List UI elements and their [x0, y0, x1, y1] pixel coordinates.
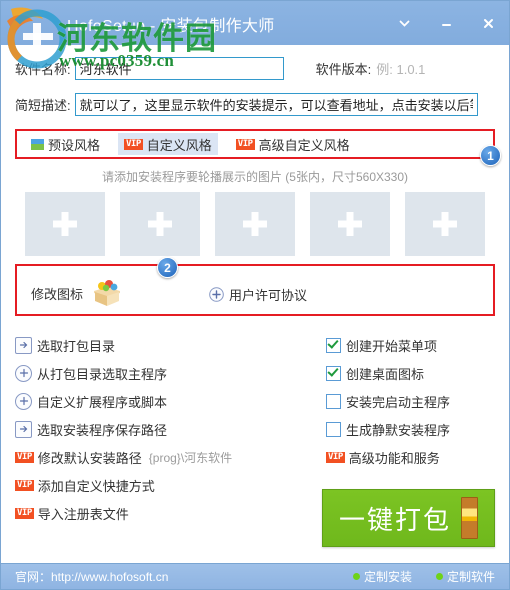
option-default-install-path[interactable]: VIP 修改默认安装路径 {prog}\河东软件	[15, 446, 320, 468]
vip-badge-icon: VIP	[326, 451, 345, 463]
license-agreement-label: 用户许可协议	[229, 288, 308, 303]
option-custom-extension-script[interactable]: 自定义扩展程序或脚本	[15, 390, 320, 412]
option-label: 创建桌面图标	[346, 366, 425, 382]
options-left-column: 选取打包目录 从打包目录选取主程序 自定义扩展程序或脚本 选取安装程序保存路径	[15, 334, 320, 530]
description-label: 简短描述:	[15, 98, 71, 113]
folder-arrow-icon	[15, 336, 32, 354]
image-slot-1[interactable]	[25, 192, 105, 256]
official-site-link[interactable]: 官网：http://www.hofosoft.cn	[15, 568, 168, 585]
image-slot-5[interactable]	[405, 192, 485, 256]
one-click-pack-button[interactable]: 一键打包	[322, 489, 495, 547]
window-title: HofoSetup - 安装包制作大师	[67, 18, 275, 35]
option-label: 自定义扩展程序或脚本	[37, 394, 168, 410]
folder-arrow-icon	[15, 420, 32, 438]
style-tab-advanced-custom[interactable]: VIP 高级自定义风格	[230, 133, 356, 155]
annotation-badge-2: 2	[157, 257, 178, 278]
checkbox-icon[interactable]	[326, 421, 341, 437]
checkbox-icon[interactable]	[326, 337, 341, 353]
name-row: 软件名称: 软件版本: 例: 1.0.1	[15, 57, 495, 80]
plus-circle-icon	[209, 287, 224, 302]
vip-badge-icon: VIP	[235, 138, 255, 150]
description-input[interactable]	[74, 93, 478, 116]
option-label: 生成静默安装程序	[346, 422, 451, 438]
option-default-install-path-value: {prog}\河东软件	[148, 450, 233, 465]
option-label: 选取安装程序保存路径	[37, 422, 168, 438]
edit-icon-button[interactable]: 修改图标	[31, 278, 125, 308]
option-label: 添加自定义快捷方式	[37, 478, 155, 494]
option-label: 修改默认安装路径	[37, 450, 142, 466]
edit-icon-label: 修改图标	[31, 286, 84, 302]
option-select-pack-dir[interactable]: 选取打包目录	[15, 334, 320, 356]
style-tab-advanced-label: 高级自定义风格	[258, 137, 350, 153]
pack-button-area: 一键打包	[322, 489, 495, 547]
custom-software-link[interactable]: 定制软件	[435, 568, 495, 585]
custom-install-link[interactable]: 定制安装	[352, 568, 412, 585]
checkbox-icon[interactable]	[326, 365, 341, 381]
checkbox-icon[interactable]	[326, 393, 341, 409]
checkbox-desktop-shortcut[interactable]: 创建桌面图标	[326, 362, 495, 384]
image-slot-2[interactable]	[120, 192, 200, 256]
version-placeholder-text: 例: 1.0.1	[376, 62, 426, 77]
package-box-icon	[94, 280, 121, 306]
option-label: 创建开始菜单项	[346, 338, 438, 354]
option-select-main-program[interactable]: 从打包目录选取主程序	[15, 362, 320, 384]
image-slot-4[interactable]	[310, 192, 390, 256]
window-controls	[393, 1, 499, 45]
status-link-group: 定制安装 定制软件	[352, 568, 495, 585]
close-icon[interactable]	[477, 12, 499, 34]
plus-circle-icon	[15, 364, 32, 382]
app-window: HofoSetup - 安装包制作大师 河东软件园 www.pc0359.cn	[0, 0, 510, 590]
option-label: 选取打包目录	[37, 338, 116, 354]
custom-software-label: 定制软件	[446, 570, 495, 584]
minimize-icon[interactable]	[435, 12, 457, 34]
chevron-down-icon[interactable]	[393, 12, 415, 34]
title-bar: HofoSetup - 安装包制作大师	[1, 1, 509, 45]
checkbox-launch-after-install[interactable]: 安装完启动主程序	[326, 390, 495, 412]
option-label: 导入注册表文件	[37, 506, 129, 522]
annotation-badge-1: 1	[480, 145, 501, 166]
software-name-input[interactable]	[74, 57, 284, 80]
checkbox-silent-installer[interactable]: 生成静默安装程序	[326, 418, 495, 440]
vip-badge-icon: VIP	[15, 479, 34, 491]
plus-circle-icon	[15, 392, 32, 410]
option-advanced-features[interactable]: VIP 高级功能和服务	[326, 446, 495, 468]
option-select-output-path[interactable]: 选取安装程序保存路径	[15, 418, 320, 440]
style-tab-custom[interactable]: VIP 自定义风格	[118, 133, 218, 155]
option-label: 高级功能和服务	[348, 450, 440, 466]
icon-license-row: 修改图标 用户许可协议 2	[15, 257, 495, 316]
vip-badge-icon: VIP	[15, 507, 34, 519]
version-label: 软件版本:	[315, 62, 372, 77]
checkbox-start-menu-item[interactable]: 创建开始菜单项	[326, 334, 495, 356]
gold-bar-icon	[461, 497, 478, 539]
style-tab-custom-label: 自定义风格	[146, 137, 212, 153]
image-slot-3[interactable]	[215, 192, 295, 256]
option-label: 从打包目录选取主程序	[37, 366, 168, 382]
option-custom-shortcut[interactable]: VIP 添加自定义快捷方式	[15, 474, 320, 496]
green-dot-icon	[352, 573, 360, 580]
gallery-hint: 请添加安装程序要轮播展示的图片 (5张内，尺寸560X330)	[101, 170, 409, 184]
status-bar: 官网：http://www.hofosoft.cn 定制安装 定制软件	[1, 563, 509, 589]
style-tab-preset[interactable]: 预设风格	[25, 133, 106, 155]
desc-row: 简短描述:	[15, 93, 495, 116]
form-area: 软件名称: 软件版本: 例: 1.0.1 简短描述:	[1, 45, 509, 116]
preset-style-icon	[31, 138, 44, 150]
style-tab-group: 预设风格 VIP 自定义风格 VIP 高级自定义风格 1	[15, 129, 501, 166]
green-dot-icon	[435, 573, 443, 580]
pack-button-label: 一键打包	[338, 504, 451, 535]
custom-install-label: 定制安装	[363, 570, 412, 584]
vip-badge-icon: VIP	[15, 451, 34, 463]
vip-badge-icon: VIP	[124, 138, 143, 150]
style-tab-preset-label: 预设风格	[48, 137, 101, 153]
name-label: 软件名称:	[15, 62, 71, 77]
option-import-registry[interactable]: VIP 导入注册表文件	[15, 502, 320, 524]
license-agreement-button[interactable]: 用户许可协议	[209, 285, 307, 304]
image-slot-list	[1, 192, 509, 256]
option-label: 安装完启动主程序	[346, 394, 451, 410]
